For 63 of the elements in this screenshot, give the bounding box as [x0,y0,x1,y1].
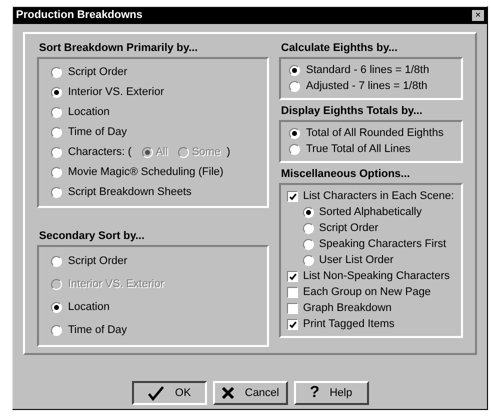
radio-button[interactable] [51,147,62,158]
option-label: Total of All Rounded Eighths [306,127,444,140]
option-label: Some [192,146,221,159]
radio-button[interactable] [303,223,314,234]
dialog-button[interactable]: OK [132,381,206,405]
radio-button[interactable] [51,167,62,178]
option-label: All [156,146,168,159]
radio-button[interactable] [51,107,62,118]
option-label: Sorted Alphabetically [319,206,422,219]
radio-button[interactable] [289,144,300,155]
option-label: Script Breakdown Sheets [68,186,192,199]
checkmark-icon [147,385,166,401]
group-title: Miscellaneous Options... [280,168,411,181]
radio-button[interactable] [51,67,62,78]
checkbox[interactable] [287,319,298,330]
option-label: Time of Day [68,126,127,139]
dialog-button[interactable]: ? Help [294,381,368,405]
option-label: Speaking Characters First [319,238,446,251]
radio-button[interactable] [51,87,62,98]
option-label: User List Order [319,254,394,267]
dialog-button[interactable]: Cancel [212,381,288,405]
radio-button[interactable] [51,256,62,267]
close-icon [220,386,235,400]
option-label: Location [68,106,110,119]
option-label: Movie Magic® Scheduling (File) [68,166,224,179]
radio-button[interactable] [303,207,314,218]
radio-button[interactable] [303,255,314,266]
question-mark-icon: ? [310,385,320,401]
radio-button[interactable] [51,127,62,138]
radio-button[interactable] [289,81,300,92]
option-label: Each Group on New Page [303,286,431,299]
radio-button[interactable] [303,239,314,250]
option-label: List Non-Speaking Characters [303,270,450,283]
option-label: Script Order [319,222,378,235]
option-label: List Characters in Each Scene: [303,190,454,203]
radio-button[interactable] [51,325,62,336]
option-label: True Total of All Lines [306,143,411,156]
option-label: Graph Breakdown [303,302,392,315]
checkbox[interactable] [287,191,298,202]
checkbox[interactable] [287,271,298,282]
option-label: ) [226,146,230,159]
group-title: Display Eighths Totals by... [280,105,424,118]
radio-button[interactable] [51,187,62,198]
option-label: Characters: ( [68,146,132,159]
option-label: Standard - 6 lines = 1/8th [306,64,430,77]
option-label: Interior VS. Exterior [68,278,164,291]
window-title: Production Breakdowns [16,9,143,22]
radio-button[interactable] [289,128,300,139]
option-label: Time of Day [68,324,127,337]
group-title: Sort Breakdown Primarily by... [38,42,199,55]
option-label: Script Order [68,66,128,79]
option-label: Adjusted - 7 lines = 1/8th [306,80,428,93]
radio-button[interactable] [289,65,300,76]
option-label: Print Tagged Items [303,318,395,331]
checkbox[interactable] [287,287,298,298]
group-title: Secondary Sort by... [38,230,146,243]
close-button[interactable]: × [472,10,484,21]
option-label: Script Order [68,255,128,268]
option-label: Interior VS. Exterior [68,86,164,99]
checkbox[interactable] [287,303,298,314]
group-title: Calculate Eighths by... [280,42,399,55]
option-label: Location [68,301,110,314]
radio-button[interactable] [51,302,62,313]
